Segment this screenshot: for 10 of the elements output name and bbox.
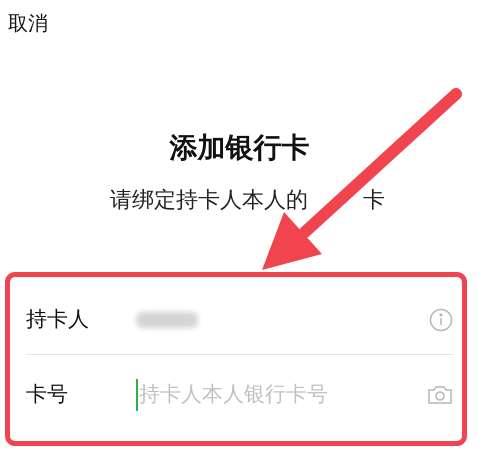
info-icon[interactable] bbox=[429, 308, 453, 332]
page-title: 添加银行卡 bbox=[170, 130, 310, 166]
subtitle-text: 请绑定持卡人本人的 bbox=[110, 186, 308, 214]
field-label: 卡号 bbox=[26, 381, 69, 408]
field-label: 持卡人 bbox=[26, 306, 90, 333]
card-number-field[interactable]: 持卡人本人银行卡号 bbox=[136, 379, 413, 411]
subtitle-text: 卡 bbox=[363, 186, 385, 214]
cancel-button[interactable]: 取消 bbox=[8, 11, 48, 35]
camera-icon[interactable] bbox=[427, 384, 453, 406]
blurred-name bbox=[136, 312, 198, 328]
